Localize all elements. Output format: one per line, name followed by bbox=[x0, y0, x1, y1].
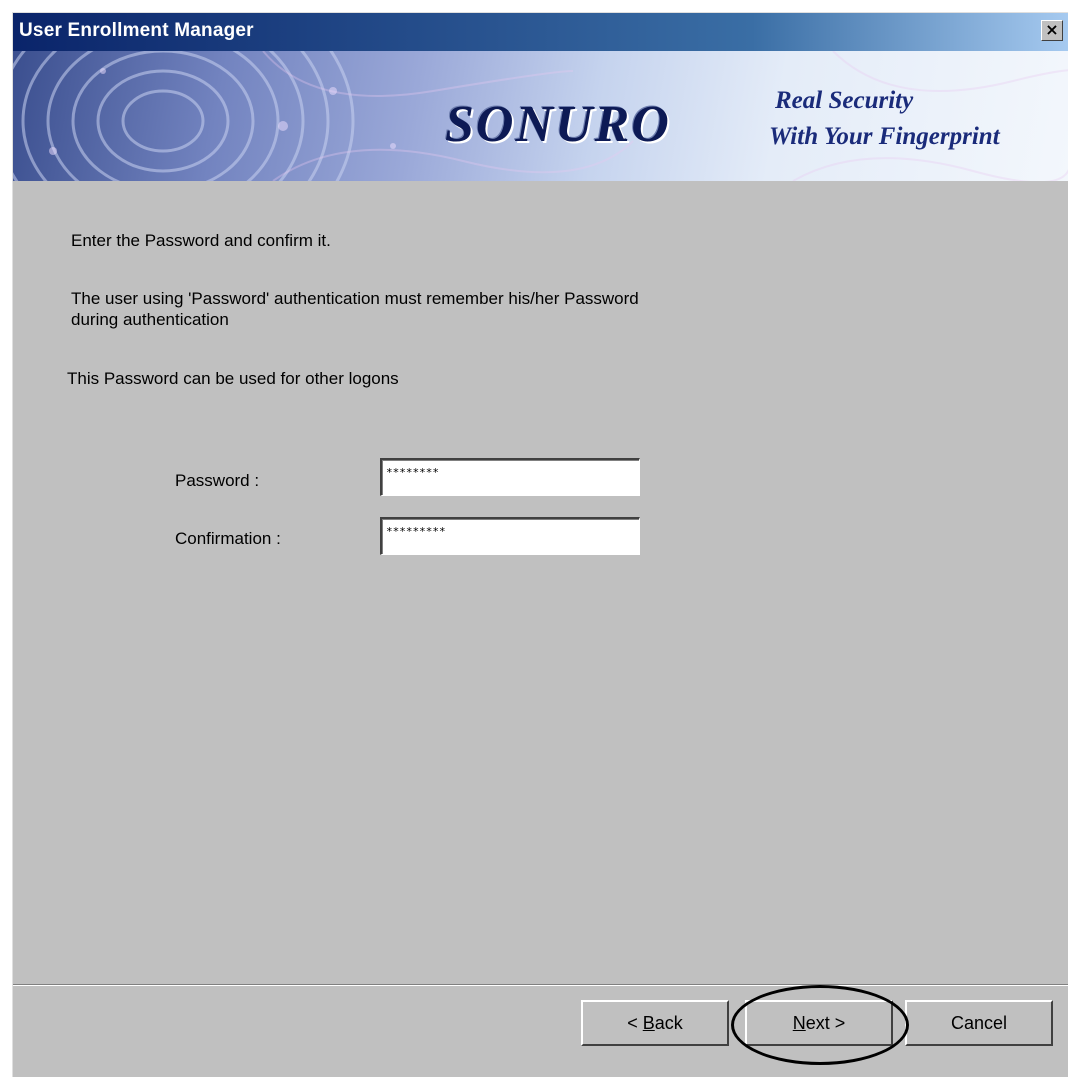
back-button-label: ack bbox=[654, 1013, 683, 1033]
window-title: User Enrollment Manager bbox=[19, 20, 254, 41]
back-button[interactable]: < Back bbox=[581, 1000, 729, 1046]
sonuro-banner: SONURO Real Security With Your Fingerpri… bbox=[13, 51, 1068, 181]
footer-divider bbox=[13, 984, 1068, 986]
enrollment-dialog: User Enrollment Manager × SONURO Real Se… bbox=[12, 12, 1068, 1077]
tagline-line-1: Real Security bbox=[775, 87, 914, 114]
brand-logo: SONURO bbox=[445, 96, 671, 153]
close-button[interactable]: × bbox=[1041, 20, 1063, 41]
cancel-button[interactable]: Cancel bbox=[905, 1000, 1053, 1046]
password-field[interactable]: ******** bbox=[380, 458, 640, 496]
instruction-remember-line-2: during authentication bbox=[71, 310, 229, 329]
close-icon: × bbox=[1045, 20, 1059, 39]
tagline-line-2: With Your Fingerprint bbox=[769, 123, 1000, 150]
confirmation-label: Confirmation : bbox=[175, 529, 281, 548]
instruction-enter-password: Enter the Password and confirm it. bbox=[71, 231, 331, 250]
title-bar[interactable]: User Enrollment Manager × bbox=[13, 13, 1068, 51]
password-label: Password : bbox=[175, 471, 260, 490]
back-button-prefix: < bbox=[627, 1013, 643, 1033]
instruction-other-logons: This Password can be used for other logo… bbox=[67, 369, 399, 388]
confirmation-field[interactable]: ********* bbox=[380, 517, 640, 555]
instruction-remember-line-1: The user using 'Password' authentication… bbox=[71, 289, 639, 308]
back-button-accelerator: B bbox=[642, 1013, 655, 1033]
next-highlight-ellipse bbox=[731, 985, 909, 1065]
